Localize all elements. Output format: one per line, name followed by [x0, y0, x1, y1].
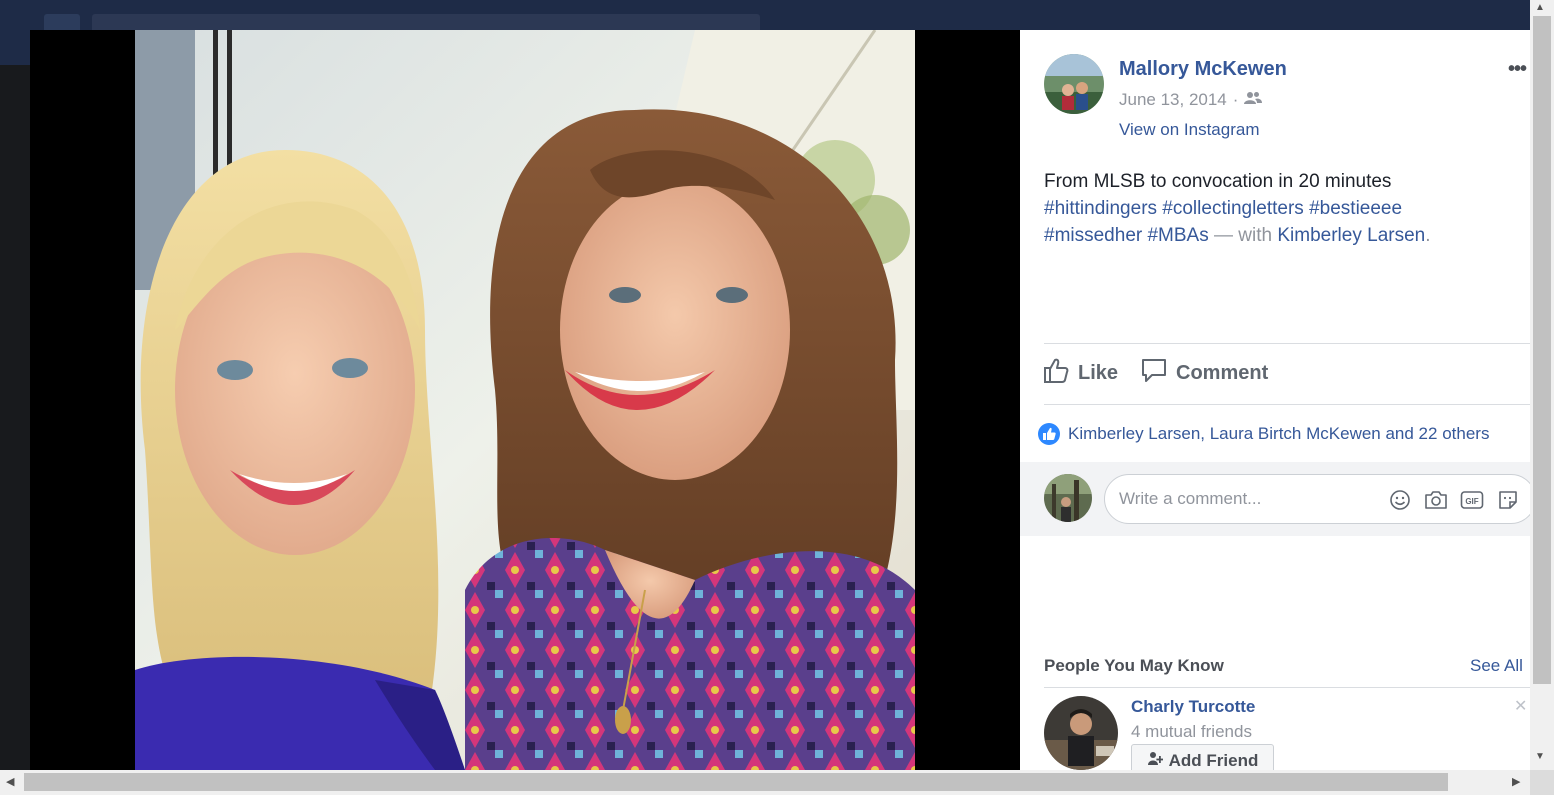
hashtags-line-2[interactable]: #missedher #MBAs	[1044, 225, 1209, 246]
post-photo	[135, 30, 915, 770]
caption-text: From MLSB to convocation in 20 minutes	[1044, 171, 1392, 192]
comment-button[interactable]: Comment	[1140, 356, 1268, 390]
post-caption: From MLSB to convocation in 20 minutes #…	[1044, 168, 1514, 249]
post-date[interactable]: June 13, 2014	[1119, 90, 1227, 110]
more-options-icon[interactable]: •••	[1508, 58, 1527, 81]
comment-input-box[interactable]: GIF	[1104, 474, 1530, 524]
with-label: — with	[1214, 225, 1273, 246]
people-you-may-know-title: People You May Know	[1044, 656, 1224, 675]
divider	[1044, 404, 1530, 405]
see-all-link[interactable]: See All	[1470, 656, 1523, 676]
reactions-text: Kimberley Larsen, Laura Birtch McKewen a…	[1068, 424, 1490, 443]
scrollbar-corner	[1530, 770, 1554, 795]
current-user-avatar	[1044, 474, 1092, 522]
gif-icon-text: GIF	[1465, 497, 1478, 506]
thumbs-up-icon	[1042, 356, 1070, 390]
reactions-summary[interactable]: Kimberley Larsen, Laura Birtch McKewen a…	[1038, 423, 1489, 445]
add-friend-label: Add Friend	[1168, 751, 1259, 770]
scroll-left-arrow-icon[interactable]: ◀	[6, 775, 14, 788]
suggested-person-avatar[interactable]	[1044, 696, 1118, 770]
comment-input[interactable]	[1119, 487, 1369, 511]
like-button[interactable]: Like	[1042, 356, 1118, 390]
author-avatar[interactable]	[1044, 54, 1104, 114]
like-reaction-icon	[1038, 423, 1060, 445]
divider	[1044, 687, 1530, 688]
dismiss-suggestion-icon[interactable]: ✕	[1514, 696, 1527, 716]
mutual-friends-count[interactable]: 4 mutual friends	[1131, 722, 1252, 742]
hashtags-line-1[interactable]: #hittindingers #collectingletters #besti…	[1044, 198, 1402, 219]
comment-label: Comment	[1176, 361, 1269, 384]
post-author-name[interactable]: Mallory McKewen	[1119, 58, 1287, 81]
view-on-instagram-link[interactable]: View on Instagram	[1119, 120, 1259, 140]
camera-icon[interactable]	[1423, 487, 1449, 513]
sticker-icon[interactable]	[1495, 487, 1521, 513]
post-side-panel: Mallory McKewen June 13, 2014 · View on …	[1020, 30, 1530, 770]
meta-separator: ·	[1232, 90, 1239, 109]
scroll-right-arrow-icon[interactable]: ▶	[1512, 775, 1520, 788]
gif-icon[interactable]: GIF	[1459, 487, 1485, 513]
post-meta: June 13, 2014 ·	[1119, 90, 1263, 110]
photo-viewer	[30, 30, 1020, 770]
add-friend-button[interactable]: Add Friend	[1131, 744, 1274, 770]
tagged-person-link[interactable]: Kimberley Larsen	[1277, 225, 1425, 246]
caption-period: .	[1425, 225, 1431, 246]
divider	[1044, 343, 1530, 344]
comment-composer: GIF	[1020, 462, 1530, 536]
horizontal-scrollbar-thumb[interactable]	[24, 773, 1448, 791]
like-label: Like	[1078, 361, 1119, 384]
add-friend-icon	[1147, 751, 1164, 771]
emoji-icon[interactable]	[1387, 487, 1413, 513]
friends-icon[interactable]	[1244, 90, 1263, 110]
scroll-up-arrow-icon[interactable]: ▲	[1535, 2, 1545, 13]
vertical-scrollbar-thumb[interactable]	[1533, 16, 1551, 684]
comment-bubble-icon	[1140, 356, 1168, 390]
scroll-down-arrow-icon[interactable]: ▼	[1535, 751, 1545, 762]
suggested-person-name[interactable]: Charly Turcotte	[1131, 697, 1255, 717]
